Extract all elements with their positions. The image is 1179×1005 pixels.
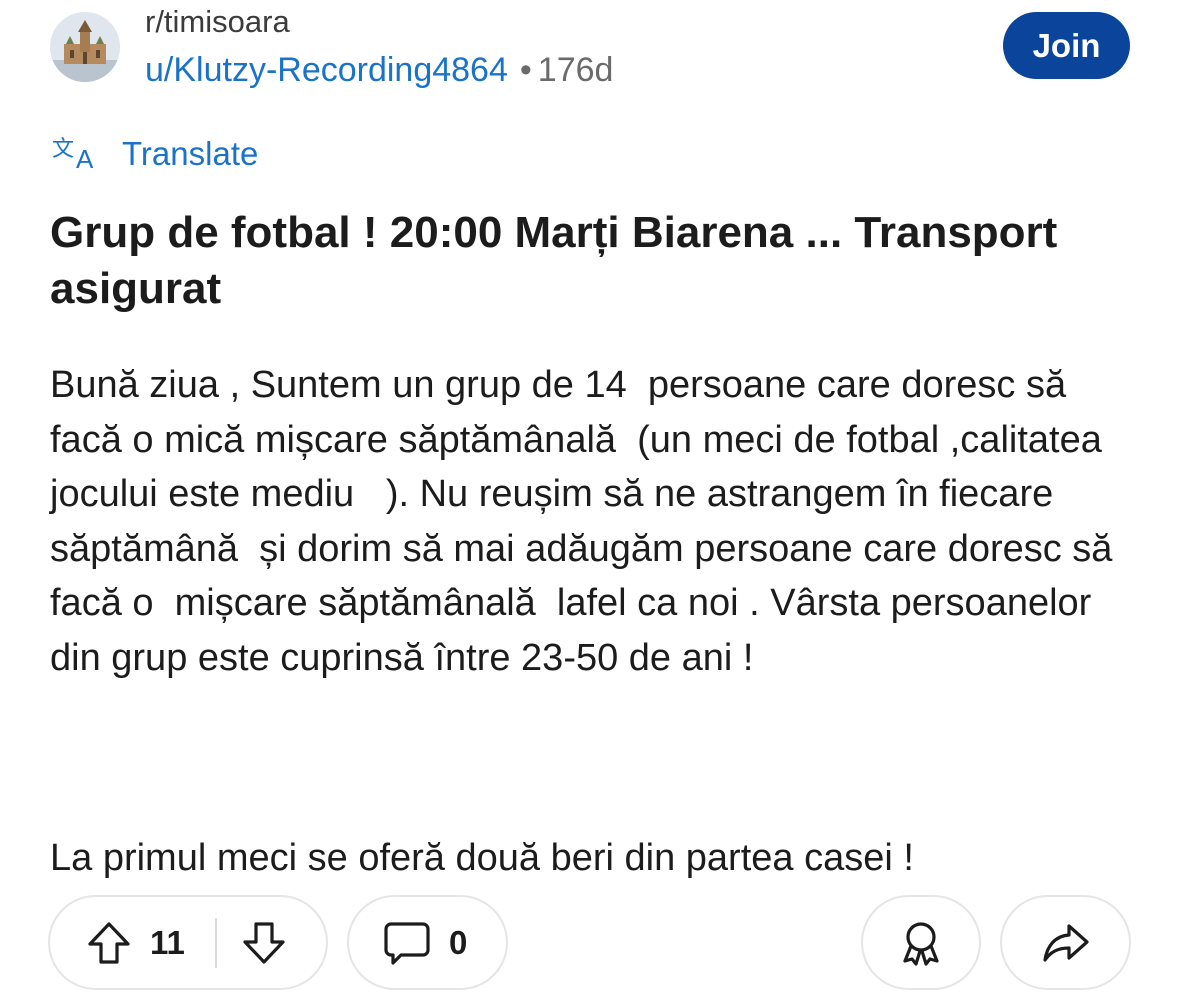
vote-divider: [214, 917, 217, 968]
post-age: 176d: [537, 51, 614, 89]
comment-count: 0: [449, 923, 468, 961]
svg-text:文: 文: [52, 137, 74, 162]
post-meta: u/Klutzy-Recording4864 • 176d: [145, 50, 613, 90]
post-title: Grup de fotbal ! 20:00 Marți Biarena ...…: [50, 208, 1058, 313]
cathedral-icon: [50, 12, 120, 82]
meta-separator: •: [519, 51, 532, 89]
share-button[interactable]: [1000, 895, 1131, 990]
comments-button[interactable]: 0: [347, 895, 508, 990]
vote-bar: 11: [48, 895, 328, 990]
share-icon: [1042, 923, 1089, 962]
translate-label: Translate: [122, 135, 259, 172]
comment-icon: [384, 921, 430, 965]
upvote-icon: [88, 921, 130, 964]
post-body-paragraph: La primul meci se oferă două beri din pa…: [50, 837, 914, 879]
translate-icon: 文 A: [52, 134, 104, 174]
author-link[interactable]: u/Klutzy-Recording4864: [145, 51, 508, 89]
translate-button[interactable]: 文 A Translate: [52, 134, 258, 174]
downvote-icon: [243, 921, 285, 964]
post-page: r/timisoara u/Klutzy-Recording4864 • 176d …: [0, 0, 1179, 1005]
subreddit-name[interactable]: r/timisoara: [145, 2, 290, 42]
post-body-paragraph: Bună ziua , Suntem un grup de 14 persoan…: [50, 364, 1124, 679]
award-button[interactable]: [861, 895, 981, 990]
award-icon: [903, 921, 939, 966]
subreddit-avatar[interactable]: [50, 12, 120, 82]
upvote-button[interactable]: [86, 920, 132, 966]
join-button[interactable]: Join: [1003, 12, 1130, 79]
upvote-count: 11: [150, 923, 185, 961]
downvote-button[interactable]: [241, 920, 287, 966]
svg-text:A: A: [76, 144, 94, 174]
comment-icon-wrap: [383, 920, 431, 966]
